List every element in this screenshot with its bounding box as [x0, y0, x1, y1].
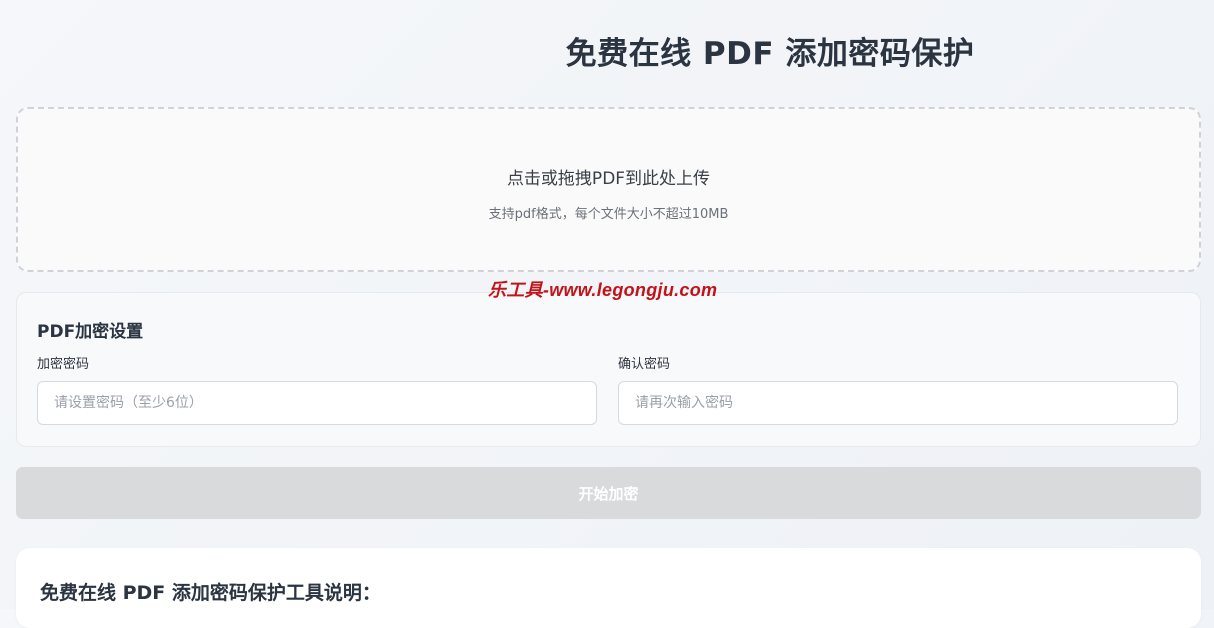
encryption-settings-card: PDF加密设置 加密密码 确认密码: [16, 292, 1201, 447]
password-input[interactable]: [37, 381, 597, 425]
upload-main-text: 点击或拖拽PDF到此处上传: [506, 169, 711, 189]
tool-info-card: 免费在线 PDF 添加密码保护工具说明：: [16, 548, 1201, 628]
settings-title: PDF加密设置: [37, 322, 144, 342]
upload-hint-text: 支持pdf格式，每个文件大小不超过10MB: [488, 207, 729, 222]
confirm-password-input[interactable]: [618, 381, 1178, 425]
info-title: 免费在线 PDF 添加密码保护工具说明：: [40, 582, 381, 604]
confirm-password-label: 确认密码: [618, 357, 671, 372]
pdf-upload-dropzone[interactable]: 点击或拖拽PDF到此处上传 支持pdf格式，每个文件大小不超过10MB: [16, 107, 1201, 272]
password-label: 加密密码: [37, 357, 90, 372]
page-title: 免费在线 PDF 添加密码保护: [565, 36, 975, 72]
start-encrypt-button[interactable]: 开始加密: [16, 467, 1201, 519]
site-watermark: 乐工具-www.legongju.com: [488, 280, 718, 300]
